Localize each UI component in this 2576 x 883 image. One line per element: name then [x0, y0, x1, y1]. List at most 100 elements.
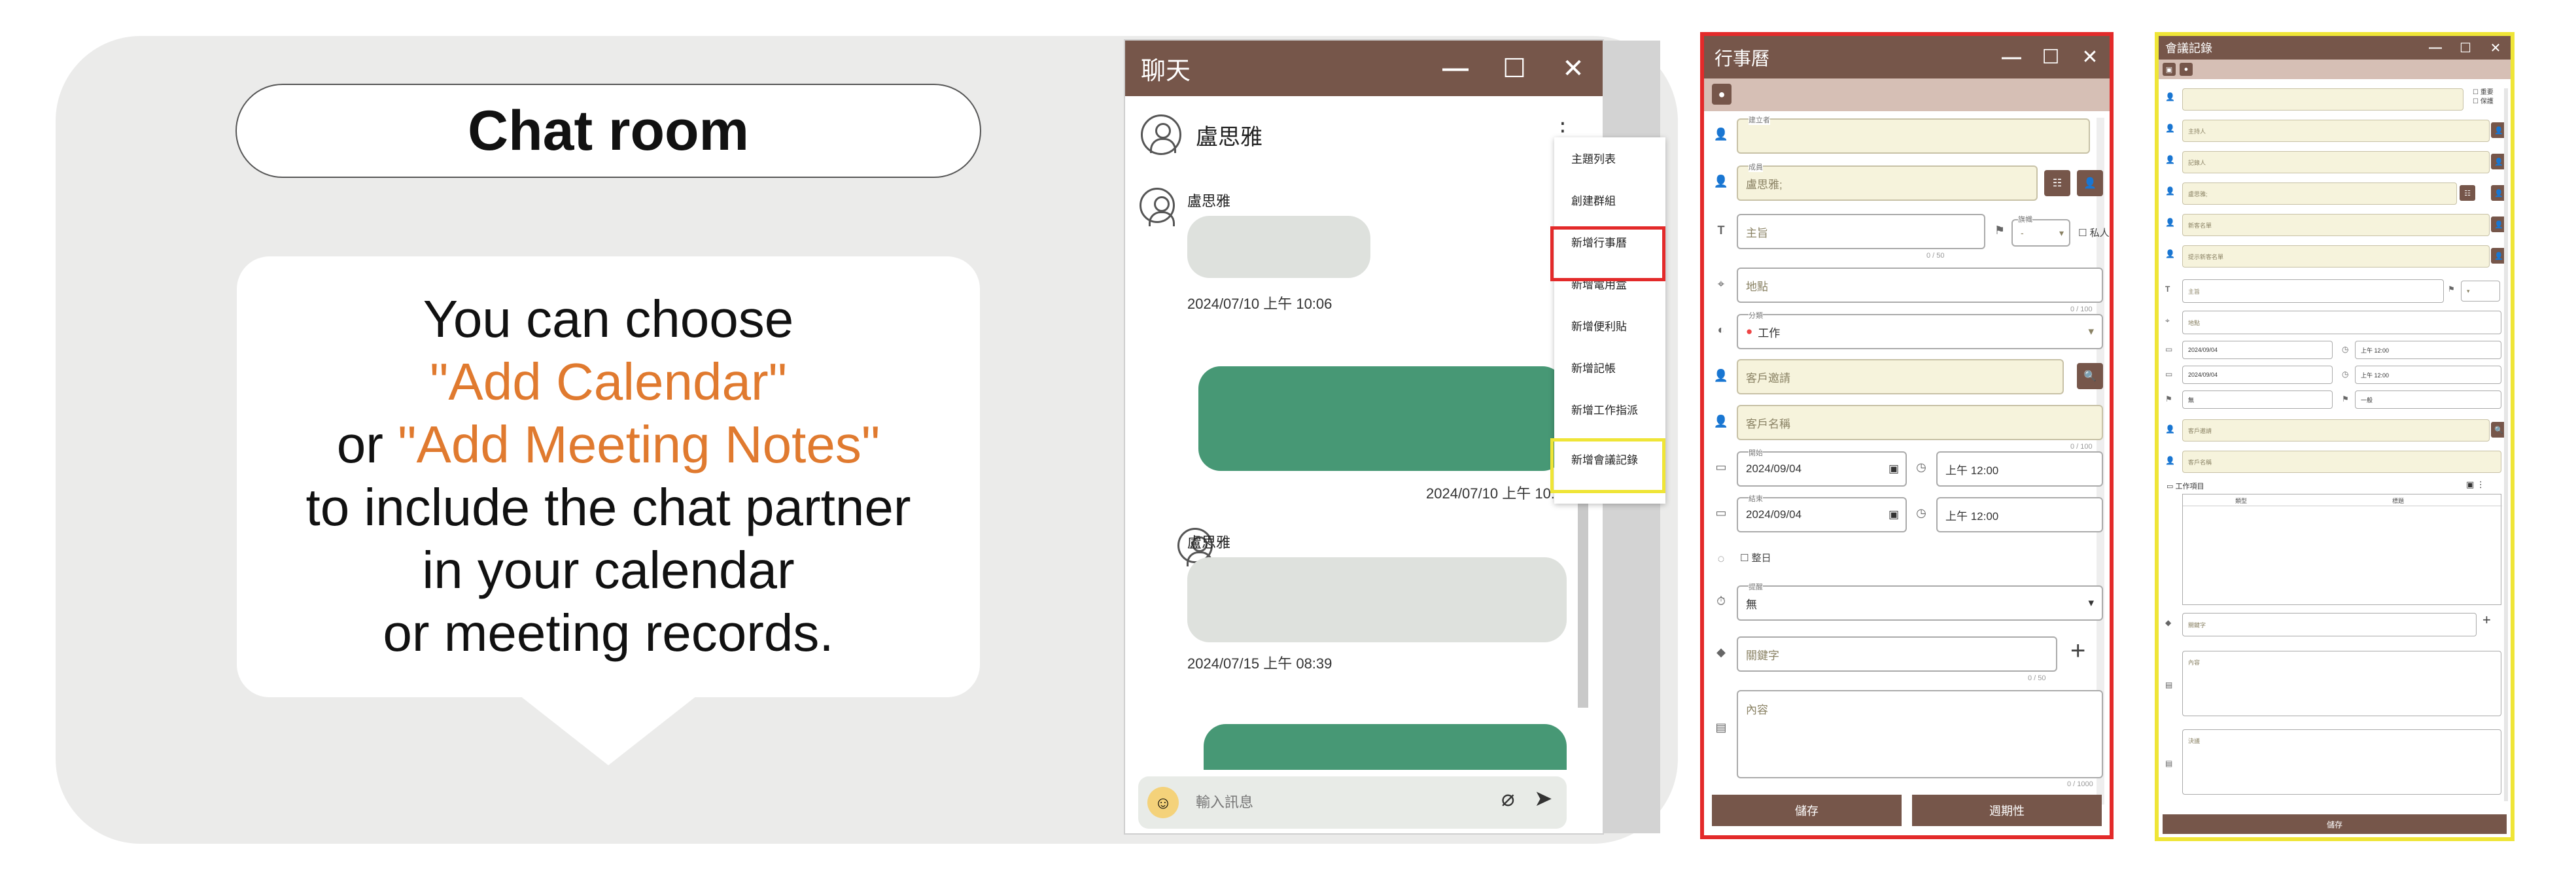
- meeting-level-select[interactable]: 一般: [2355, 390, 2501, 409]
- protect-label: 保護: [2480, 98, 2494, 105]
- host-placeholder: 主持人: [2188, 128, 2206, 135]
- flag-value: -: [2021, 228, 2024, 238]
- meeting-subject-input[interactable]: 主旨: [2182, 279, 2444, 303]
- end-time-input[interactable]: 上午 12:00: [1936, 497, 2103, 532]
- meeting-level-value: 一般: [2361, 396, 2373, 404]
- pin-icon[interactable]: ●: [1712, 84, 1732, 105]
- save-button[interactable]: 儲存: [1712, 795, 1902, 826]
- add-keyword-icon[interactable]: +: [2482, 612, 2491, 629]
- chat-window: 聊天 — ☐ ✕ 盧思雅 ⋮ 盧思雅 2024/07/10 上午 10:06 2…: [1125, 41, 1660, 833]
- subject-input[interactable]: 主旨: [1737, 214, 1985, 249]
- client-invite-field[interactable]: 客戶邀請: [1737, 359, 2064, 394]
- flag-label: 旗幟: [2018, 214, 2032, 224]
- calendar-toolbar: ●: [1704, 78, 2110, 111]
- recurrence-button[interactable]: 週期性: [1912, 795, 2102, 826]
- host-field[interactable]: 主持人: [2182, 120, 2490, 142]
- meeting-location-placeholder: 地點: [2188, 319, 2201, 326]
- meeting-client-name[interactable]: 客戶名稱: [2182, 451, 2501, 473]
- menu-item-add-sticky-note[interactable]: 新增便利貼: [1554, 305, 1665, 345]
- pin-icon[interactable]: ●: [2180, 63, 2193, 76]
- creator-field[interactable]: [1737, 118, 2090, 154]
- important-checkbox[interactable]: ☐ 重要: [2473, 88, 2494, 97]
- chat-titlebar: 聊天 — ☐ ✕: [1125, 41, 1603, 96]
- chat-window-title: 聊天: [1141, 58, 1191, 85]
- meeting-end-time[interactable]: 上午 12:00: [2355, 366, 2501, 384]
- meeting-start-date[interactable]: 2024/09/04: [2182, 341, 2333, 359]
- location-placeholder: 地點: [1746, 280, 1768, 293]
- close-icon[interactable]: ✕: [1544, 41, 1603, 96]
- export-icon[interactable]: ▣: [2163, 63, 2176, 76]
- meeting-type-select[interactable]: 無: [2182, 390, 2333, 409]
- allday-checkbox[interactable]: ☐ 整日: [1740, 551, 1771, 564]
- recorder-field[interactable]: 記錄人: [2182, 151, 2490, 173]
- meeting-save-button[interactable]: 儲存: [2163, 814, 2507, 834]
- sender-name: 盧思雅: [1187, 534, 1231, 551]
- meeting-client-name-placeholder: 客戶名稱: [2188, 459, 2212, 466]
- send-icon[interactable]: ➤: [1534, 786, 1553, 812]
- member-field[interactable]: 盧思雅;: [1737, 165, 2038, 201]
- meeting-end-time-value: 上午 12:00: [2361, 372, 2390, 379]
- close-icon[interactable]: ✕: [2070, 36, 2110, 78]
- work-item-col-type: 類型: [2235, 498, 2248, 504]
- person-icon: 👤: [2165, 456, 2175, 465]
- contact-picker-icon[interactable]: ☷: [2460, 185, 2475, 201]
- meeting-start-time[interactable]: 上午 12:00: [2355, 341, 2501, 359]
- maximize-icon[interactable]: ☐: [1485, 41, 1544, 96]
- meeting-type-value: 無: [2188, 396, 2195, 404]
- meeting-creator-field[interactable]: [2182, 88, 2463, 111]
- decision-icon: ▤: [2165, 759, 2173, 768]
- protect-checkbox[interactable]: ☐ 保護: [2473, 97, 2494, 107]
- menu-item-add-accounting[interactable]: 新增記帳: [1554, 347, 1665, 387]
- meeting-flag-select[interactable]: ▾: [2461, 281, 2500, 302]
- emoji-icon[interactable]: ☺: [1147, 787, 1179, 818]
- message-input-bar[interactable]: ☺ 輸入訊息 ⌀ ➤: [1138, 776, 1567, 829]
- minimize-icon[interactable]: —: [1992, 36, 2031, 78]
- meeting-scrollbar[interactable]: [2504, 88, 2508, 801]
- meeting-end-date[interactable]: 2024/09/04: [2182, 366, 2333, 384]
- new-guests-field[interactable]: 新客名單: [2182, 214, 2490, 236]
- location-input[interactable]: 地點: [1737, 268, 2103, 303]
- meeting-keyword-input[interactable]: 關鍵字: [2182, 613, 2477, 636]
- meeting-toolbar: ▣ ●: [2159, 60, 2511, 79]
- meeting-titlebar: 會議記錄 — ☐ ✕: [2159, 36, 2511, 60]
- start-time-input[interactable]: 上午 12:00: [1936, 451, 2103, 487]
- work-item-col-title: 標題: [2392, 498, 2405, 504]
- menu-item-add-task[interactable]: 新增工作指派: [1554, 389, 1665, 429]
- person-icon: 👤: [2165, 124, 2175, 133]
- clock-icon: ◷: [1916, 460, 1926, 474]
- hint-guests-placeholder: 提示新客名單: [2188, 253, 2224, 260]
- meeting-end-date-value: 2024/09/04: [2188, 372, 2218, 378]
- message-input[interactable]: 輸入訊息: [1196, 791, 1253, 812]
- meeting-location-input[interactable]: 地點: [2182, 311, 2501, 334]
- content-textarea[interactable]: 內容: [1737, 690, 2103, 778]
- meeting-decision-textarea[interactable]: 決議: [2182, 729, 2501, 795]
- reminder-select[interactable]: 無 ▾: [1737, 585, 2103, 621]
- minimize-icon[interactable]: —: [2420, 36, 2450, 60]
- private-label: 私人: [2089, 228, 2110, 239]
- category-select[interactable]: ● 工作 ▾: [1737, 314, 2103, 349]
- meeting-content-textarea[interactable]: 內容: [2182, 651, 2501, 716]
- attachment-icon[interactable]: ⌀: [1501, 786, 1514, 812]
- work-item-add-icon[interactable]: ▣ ⋮: [2466, 479, 2485, 490]
- search-person-icon[interactable]: 🔍: [2077, 363, 2103, 389]
- meeting-window-title: 會議記錄: [2165, 42, 2212, 55]
- chat-contact-header: 盧思雅: [1141, 109, 1262, 161]
- menu-item-create-group[interactable]: 創建群組: [1554, 179, 1665, 220]
- close-icon[interactable]: ✕: [2480, 36, 2511, 60]
- private-checkbox[interactable]: ☐ 私人: [2078, 226, 2110, 239]
- maximize-icon[interactable]: ☐: [2450, 36, 2480, 60]
- add-person-icon[interactable]: 👤: [2077, 170, 2103, 196]
- start-label: 開始: [1749, 447, 1763, 458]
- contact-picker-icon[interactable]: ☷: [2044, 170, 2070, 196]
- add-keyword-icon[interactable]: +: [2070, 636, 2085, 666]
- menu-item-topic-list[interactable]: 主題列表: [1554, 137, 1665, 178]
- meeting-client-invite[interactable]: 客戶邀請: [2182, 419, 2490, 441]
- minimize-icon[interactable]: —: [1426, 41, 1485, 96]
- client-invite-placeholder: 客戶邀請: [1746, 372, 1790, 385]
- attendees-field[interactable]: 盧思雅;: [2182, 182, 2457, 205]
- hint-guests-field[interactable]: 提示新客名單: [2182, 245, 2490, 268]
- maximize-icon[interactable]: ☐: [2031, 36, 2070, 78]
- keyword-input[interactable]: 關鍵字: [1737, 636, 2057, 672]
- client-counter: 0 / 100: [2070, 443, 2093, 451]
- client-name-field[interactable]: 客戶名稱: [1737, 405, 2103, 440]
